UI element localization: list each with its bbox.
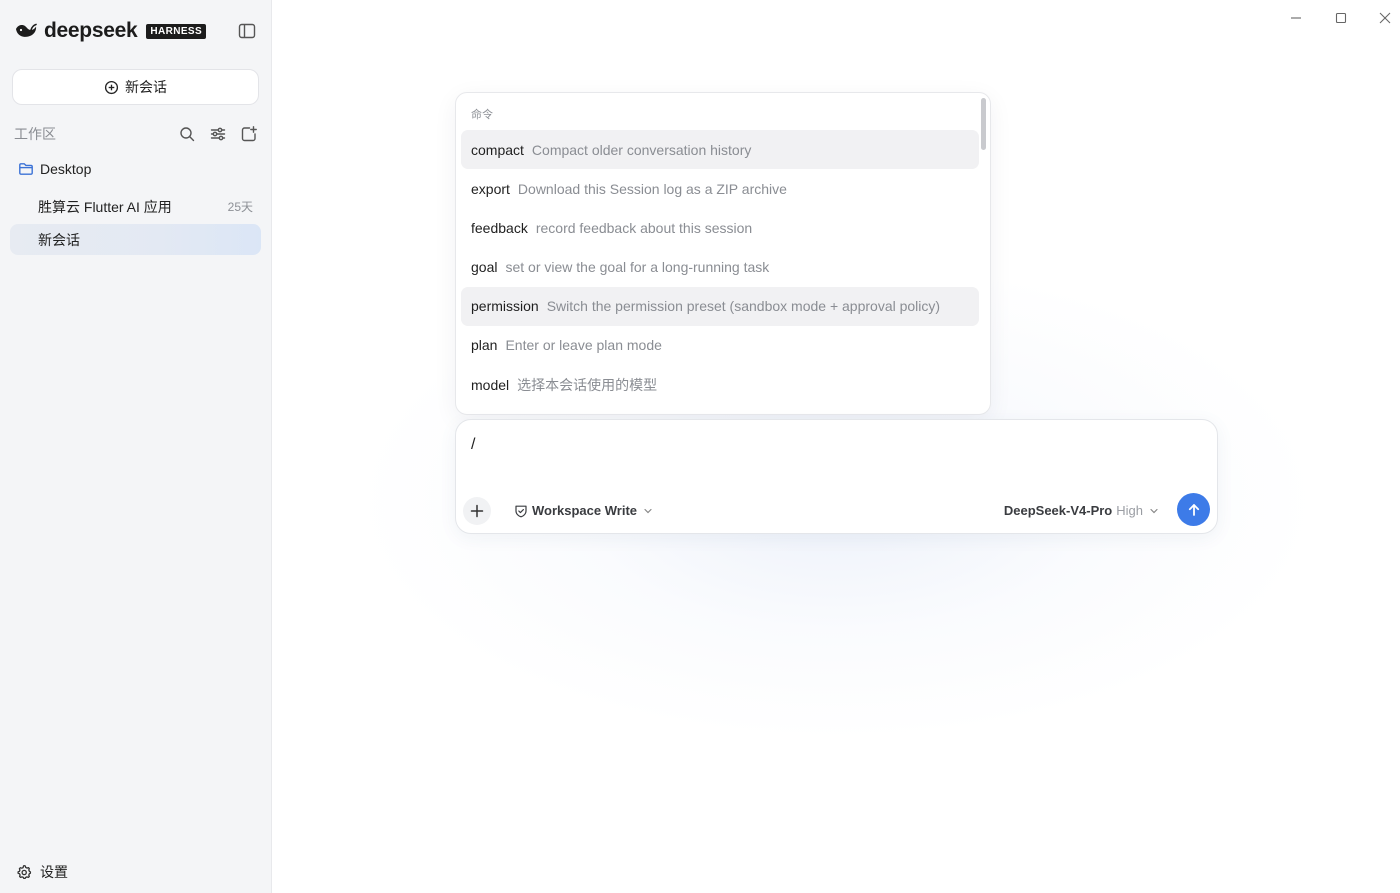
command-popup-heading: 命令 xyxy=(471,109,493,121)
command-item-goal[interactable]: goal set or view the goal for a long-run… xyxy=(461,248,979,287)
command-description: Compact older conversation history xyxy=(531,141,752,158)
session-item[interactable]: 胜算云 Flutter AI 应用 25天 xyxy=(10,191,261,222)
brand: deepseek HARNESS xyxy=(14,19,207,43)
folder-desktop[interactable]: Desktop xyxy=(18,161,91,177)
shield-icon xyxy=(515,505,527,517)
minimize-icon[interactable] xyxy=(1288,10,1304,26)
model-select[interactable]: DeepSeek-V4-Pro High xyxy=(1004,503,1159,518)
brand-name: deepseek xyxy=(44,19,138,42)
command-description: set or view the goal for a long-running … xyxy=(505,259,770,276)
command-name: permission xyxy=(471,298,539,315)
command-item-model[interactable]: model 选择本会话使用的模型 xyxy=(461,365,979,404)
chevron-down-icon xyxy=(1150,508,1158,513)
new-chat-button[interactable]: 新会话 xyxy=(12,69,259,105)
command-popup: 命令 compact Compact older conversation hi… xyxy=(455,92,991,415)
permission-mode-label: Workspace Write xyxy=(532,503,638,518)
session-item-active[interactable]: 新会话 xyxy=(10,224,261,255)
composer: / Workspace Write DeepSeek-V4-Pro High xyxy=(455,419,1218,534)
command-description: 选择本会话使用的模型 xyxy=(517,376,658,393)
gear-icon xyxy=(17,864,32,880)
command-description: record feedback about this session xyxy=(535,219,753,236)
folder-icon xyxy=(19,163,33,175)
send-button[interactable] xyxy=(1177,493,1210,526)
sidebar: deepseek HARNESS 新会话 工作区 Desktop 胜算云 Flu… xyxy=(0,0,272,893)
attach-button[interactable] xyxy=(463,497,491,525)
command-popup-scrollbar[interactable] xyxy=(981,98,986,150)
session-title: 胜算云 Flutter AI 应用 xyxy=(38,198,172,215)
command-item-plan[interactable]: plan Enter or leave plan mode xyxy=(461,326,979,365)
plus-circle-icon xyxy=(104,80,119,94)
new-workspace-icon[interactable] xyxy=(240,125,258,143)
command-item-permission[interactable]: permission Switch the permission preset … xyxy=(461,286,979,326)
whale-icon xyxy=(16,23,37,37)
command-list: compact Compact older conversation histo… xyxy=(461,130,979,404)
sliders-icon[interactable] xyxy=(209,125,227,143)
folder-name: Desktop xyxy=(40,161,92,177)
command-name: export xyxy=(471,180,510,197)
model-name: DeepSeek-V4-Pro xyxy=(1003,503,1113,518)
new-chat-label: 新会话 xyxy=(125,79,167,95)
command-description: Download this Session log as a ZIP archi… xyxy=(517,180,787,197)
workspace-label: 工作区 xyxy=(14,126,56,142)
command-name: goal xyxy=(471,259,498,276)
close-icon[interactable] xyxy=(1377,10,1393,26)
command-description: Enter or leave plan mode xyxy=(505,337,662,354)
command-name: compact xyxy=(471,141,524,158)
model-effort: High xyxy=(1116,503,1143,518)
command-name: plan xyxy=(471,337,498,354)
chevron-down-icon xyxy=(644,508,652,513)
search-icon[interactable] xyxy=(178,125,196,143)
settings-button[interactable]: 设置 xyxy=(16,862,68,882)
command-name: model xyxy=(471,376,510,393)
settings-label: 设置 xyxy=(40,864,68,880)
message-input[interactable]: / xyxy=(471,436,1201,460)
command-description: Switch the permission preset (sandbox mo… xyxy=(546,298,941,315)
session-age: 25天 xyxy=(227,200,253,214)
sidebar-panel-icon[interactable] xyxy=(237,21,257,41)
brand-badge: HARNESS xyxy=(146,23,207,39)
arrow-up-icon xyxy=(1188,503,1199,516)
session-title: 新会话 xyxy=(38,231,80,248)
plus-icon xyxy=(470,504,484,518)
command-item-feedback[interactable]: feedback record feedback about this sess… xyxy=(461,208,979,247)
maximize-icon[interactable] xyxy=(1333,10,1349,26)
command-item-compact[interactable]: compact Compact older conversation histo… xyxy=(461,130,979,169)
workspace-header: 工作区 xyxy=(14,124,258,144)
permission-mode-select[interactable]: Workspace Write xyxy=(514,503,653,518)
command-name: feedback xyxy=(471,219,528,236)
command-item-export[interactable]: export Download this Session log as a ZI… xyxy=(461,169,979,208)
